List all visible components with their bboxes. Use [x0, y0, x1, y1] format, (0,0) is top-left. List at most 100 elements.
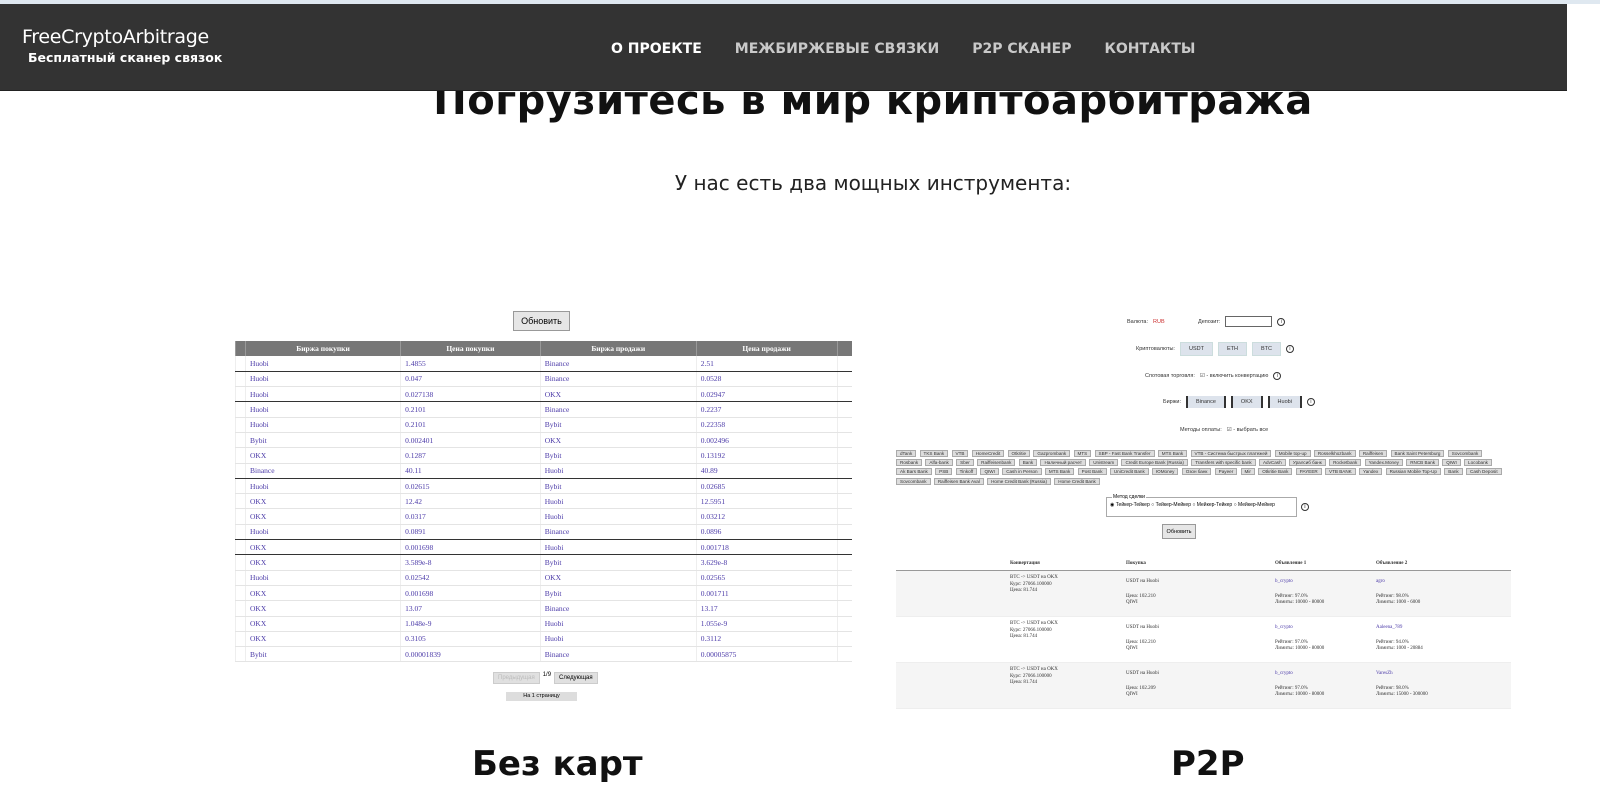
- method-taker-maker[interactable]: Тейкер-Мейкер: [1156, 502, 1191, 508]
- bank-chip[interactable]: Sovcombank: [896, 477, 931, 485]
- bank-chip[interactable]: Уралсиб банк: [1288, 459, 1326, 467]
- bank-chip[interactable]: Rosselkhozbank: [1313, 450, 1356, 457]
- bank-chip[interactable]: Unistream: [1089, 459, 1119, 467]
- logo[interactable]: FreeCryptoArbitrage Бесплатный сканер св…: [22, 26, 222, 65]
- bank-chip[interactable]: Locobank: [1464, 459, 1492, 467]
- info-icon[interactable]: i: [1306, 398, 1315, 406]
- nav-cex-arbitrage[interactable]: МЕЖБИРЖЕВЫЕ СВЯЗКИ: [735, 41, 939, 57]
- bank-chip[interactable]: Rocketbank: [1329, 459, 1362, 467]
- bank-chip[interactable]: Otkritie: [1007, 450, 1031, 457]
- ad2-link[interactable]: VaresZh: [1376, 671, 1393, 676]
- first-page-button[interactable]: На 1 страницу: [506, 692, 577, 701]
- bank-chip[interactable]: Озон банк: [1181, 468, 1212, 476]
- bank-chip[interactable]: Raiffeisenbank: [977, 459, 1016, 467]
- cell-buy-exchange: Bybit: [244, 432, 401, 449]
- bank-chip[interactable]: Otkritie Bank: [1258, 468, 1293, 476]
- bank-chip[interactable]: Bank: [1444, 468, 1463, 476]
- bank-chip[interactable]: Ak Bars Bank: [896, 468, 932, 476]
- currency-select[interactable]: RUB: [1153, 319, 1193, 325]
- cell-buy-exchange: Huobi: [244, 371, 401, 388]
- info-icon[interactable]: i: [1277, 317, 1286, 326]
- bank-chip[interactable]: Cash Deposit: [1466, 468, 1502, 476]
- bank-chip[interactable]: MTS Bank: [1157, 450, 1188, 457]
- bank-chip[interactable]: PSB: [935, 468, 953, 476]
- payments-select-all[interactable]: ☑ - выбрать все: [1227, 427, 1268, 433]
- bank-chip[interactable]: Rosbank: [896, 459, 923, 467]
- nav-about[interactable]: О ПРОЕКТЕ: [611, 41, 702, 57]
- exchange-okx[interactable]: OKX: [1230, 396, 1263, 408]
- bank-chip[interactable]: Sber: [956, 459, 974, 467]
- bank-chip[interactable]: VTB: [951, 450, 969, 457]
- bank-chip[interactable]: Sovcombank: [1447, 450, 1483, 457]
- bank-chip[interactable]: RNCB Bank: [1406, 459, 1439, 467]
- buy-method: QIWI: [1126, 600, 1138, 605]
- bank-chip[interactable]: AdvCash: [1258, 459, 1286, 467]
- bank-chip[interactable]: MTS Bank: [1044, 468, 1075, 476]
- method-maker-taker[interactable]: Мейкер-Тейкер: [1197, 502, 1232, 508]
- cell-buy-exchange: Huobi: [244, 401, 401, 418]
- bank-chip[interactable]: Cash in Person: [1002, 468, 1042, 476]
- bank-chip[interactable]: TKS Bank: [919, 450, 949, 457]
- cell-sell-exchange: Bybit: [539, 478, 697, 495]
- deposit-input[interactable]: [1225, 316, 1273, 327]
- bank-chip[interactable]: Russian Mobile Top-Up: [1385, 468, 1441, 476]
- ad1-link[interactable]: b_crypto: [1275, 579, 1293, 584]
- bank-chip[interactable]: Alfa-bank: [925, 459, 953, 467]
- bank-chip[interactable]: Raiffeisen: [1358, 450, 1388, 457]
- bank-chip[interactable]: MTS: [1073, 450, 1092, 457]
- bank-chip[interactable]: Payeer: [1214, 468, 1238, 476]
- deal-method-legend: Метод сделки: [1112, 494, 1146, 500]
- bank-chip[interactable]: ЮMoney: [1152, 468, 1179, 476]
- bank-chip[interactable]: Mobile top-up: [1274, 450, 1311, 457]
- bank-chip[interactable]: Yandex.Money: [1364, 459, 1403, 467]
- bank-chip[interactable]: QIWI: [980, 468, 999, 476]
- next-button[interactable]: Следующая: [554, 672, 598, 684]
- info-icon[interactable]: i: [1301, 503, 1309, 511]
- prev-button[interactable]: Предыдущая: [493, 672, 540, 684]
- bank-chip[interactable]: QIWI: [1442, 459, 1461, 467]
- nav-contacts[interactable]: КОНТАКТЫ: [1104, 41, 1195, 57]
- ad2-link[interactable]: agro: [1376, 579, 1385, 584]
- ad2-link[interactable]: Aaleena_789: [1376, 625, 1402, 630]
- bank-chip[interactable]: Bank Saint Petersburg: [1390, 450, 1445, 457]
- bank-chip[interactable]: HomeCredit: [971, 450, 1005, 457]
- crypto-btc[interactable]: BTC: [1251, 342, 1281, 356]
- info-icon[interactable]: i: [1273, 372, 1282, 380]
- spot-checkbox[interactable]: ☑ - включить конвертацию: [1200, 373, 1269, 379]
- table-row: OKX 0.001698 Bybit 0.001711: [235, 585, 852, 602]
- bank-chip[interactable]: SBP - Fast Bank Transfer: [1094, 450, 1155, 457]
- nav-p2p-scanner[interactable]: P2P СКАНЕР: [972, 41, 1071, 57]
- bank-chip[interactable]: VTB - Система быстрых платежей: [1190, 450, 1272, 457]
- bank-chip[interactable]: Наличный расчет: [1040, 459, 1086, 467]
- cell-sell-exchange: Binance: [539, 524, 697, 541]
- bank-chip[interactable]: dTank: [896, 450, 917, 457]
- bank-chip[interactable]: Transfers with specific bank: [1191, 459, 1256, 467]
- method-maker-maker[interactable]: Мейкер-Мейкер: [1238, 502, 1275, 508]
- cex-refresh-button[interactable]: Обновить: [513, 311, 570, 331]
- exchange-huobi[interactable]: Huobi: [1267, 396, 1302, 408]
- bank-chip[interactable]: Yandex: [1359, 468, 1383, 476]
- crypto-eth[interactable]: ETH: [1217, 342, 1247, 356]
- bank-chip[interactable]: Home Credit Bank: [1054, 477, 1100, 485]
- cex-table: Биржа покупки Цена покупки Биржа продажи…: [235, 341, 852, 663]
- crypto-usdt[interactable]: USDT: [1179, 342, 1213, 356]
- exchange-binance[interactable]: Binance: [1186, 396, 1226, 408]
- info-icon[interactable]: i: [1285, 345, 1294, 353]
- p2p-refresh-button[interactable]: Обновить: [1162, 524, 1196, 539]
- ad1-link[interactable]: b_crypto: [1275, 671, 1293, 676]
- spot-label: Спотовая торговля:: [1145, 373, 1195, 379]
- bank-chip[interactable]: Raiffeisen Bank Aval: [933, 477, 984, 485]
- bank-chip[interactable]: Tinkoff: [955, 468, 978, 476]
- bank-chip[interactable]: UniCredit Bank: [1109, 468, 1149, 476]
- bank-chip[interactable]: Post Bank: [1077, 468, 1107, 476]
- caption-p2p: P2P: [1171, 744, 1245, 784]
- bank-chip[interactable]: Home Credit Bank (Russia): [987, 477, 1052, 485]
- bank-chip[interactable]: Gazprombank: [1033, 450, 1071, 457]
- method-taker-taker[interactable]: Тейкер-Тейкер: [1116, 502, 1150, 508]
- bank-chip[interactable]: VTB BANK: [1325, 468, 1356, 476]
- bank-chip[interactable]: PAYEER: [1295, 468, 1322, 476]
- bank-chip[interactable]: Credit Europe Bank (Russia): [1121, 459, 1188, 467]
- bank-chip[interactable]: Mir: [1240, 468, 1255, 476]
- ad1-link[interactable]: b_crypto: [1275, 625, 1293, 630]
- bank-chip[interactable]: Bank: [1018, 459, 1038, 467]
